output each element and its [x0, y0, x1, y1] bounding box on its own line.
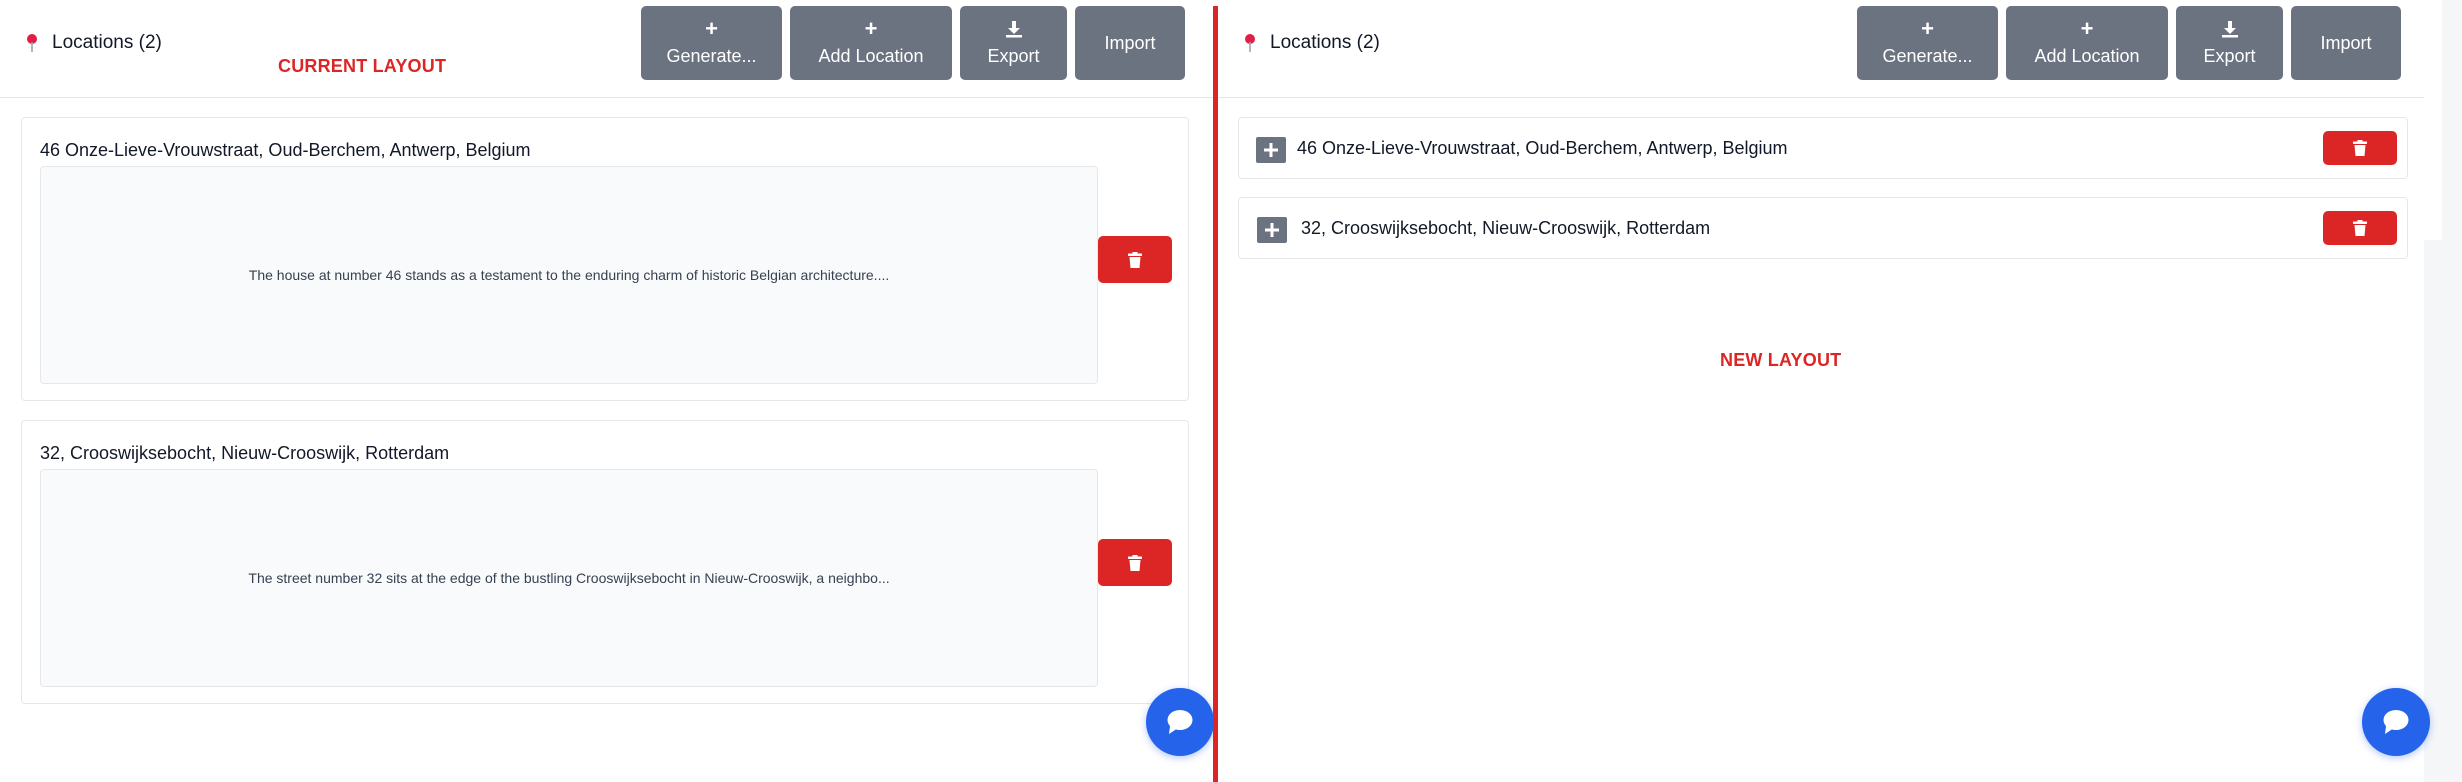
plus-icon: +	[864, 15, 878, 41]
plus-icon: +	[2080, 15, 2094, 41]
generate-button-label: Generate...	[1882, 45, 1973, 66]
delete-location-button[interactable]	[1098, 539, 1172, 586]
trash-icon	[1128, 251, 1142, 268]
location-row: 46 Onze-Lieve-Vrouwstraat, Oud-Berchem, …	[1238, 117, 2408, 179]
locations-header: Locations (2) CURRENT LAYOUT + Generate.…	[0, 0, 1214, 98]
location-card: 46 Onze-Lieve-Vrouwstraat, Oud-Berchem, …	[21, 117, 1189, 401]
plus-icon: +	[705, 15, 718, 41]
trash-icon	[1128, 554, 1142, 571]
current-layout-label: CURRENT LAYOUT	[278, 56, 447, 76]
toolbar: + Generate... + Add Location Export Impo…	[1857, 6, 2401, 80]
location-title: 32, Crooswijksebocht, Nieuw-Crooswijk, R…	[40, 443, 450, 463]
delete-location-button[interactable]	[1098, 236, 1172, 283]
new-layout-label: NEW LAYOUT	[1720, 350, 1842, 370]
add-location-button-label: Add Location	[2034, 45, 2140, 66]
export-button[interactable]: Export	[960, 6, 1067, 80]
trash-icon	[2353, 140, 2367, 156]
export-button[interactable]: Export	[2176, 6, 2283, 80]
generate-button[interactable]: + Generate...	[641, 6, 782, 80]
trash-icon	[2353, 220, 2367, 236]
add-location-button[interactable]: + Add Location	[790, 6, 952, 80]
expand-button[interactable]	[1257, 217, 1287, 243]
delete-location-button[interactable]	[2323, 211, 2397, 245]
location-row: 32, Crooswijksebocht, Nieuw-Crooswijk, R…	[1238, 197, 2408, 259]
delete-location-button[interactable]	[2323, 131, 2397, 165]
add-location-button-label: Add Location	[818, 45, 924, 66]
chat-bubble-icon	[2383, 710, 2409, 734]
new-layout-panel: Locations (2) + Generate... + Add Locati…	[1218, 0, 2424, 782]
chat-bubble-icon	[1167, 710, 1193, 734]
download-icon	[1005, 20, 1023, 40]
generate-button-label: Generate...	[666, 45, 757, 66]
location-card: 32, Crooswijksebocht, Nieuw-Crooswijk, R…	[21, 420, 1189, 704]
current-layout-panel: Locations (2) CURRENT LAYOUT + Generate.…	[0, 0, 1214, 782]
location-description[interactable]: The street number 32 sits at the edge of…	[40, 469, 1098, 687]
plus-icon	[1264, 143, 1278, 157]
chat-button[interactable]	[2362, 688, 2430, 756]
expand-button[interactable]	[1256, 137, 1286, 163]
location-description-text: The street number 32 sits at the edge of…	[248, 570, 890, 586]
toolbar: + Generate... + Add Location Export Impo…	[641, 6, 1185, 80]
export-button-label: Export	[987, 45, 1040, 66]
map-pin-icon	[26, 33, 38, 53]
location-description[interactable]: The house at number 46 stands as a testa…	[40, 166, 1098, 384]
location-title: 46 Onze-Lieve-Vrouwstraat, Oud-Berchem, …	[40, 140, 531, 160]
page-title: Locations (2)	[1270, 32, 1380, 53]
plus-icon: +	[1921, 15, 1934, 41]
page-title: Locations (2)	[52, 32, 162, 53]
add-location-button[interactable]: + Add Location	[2006, 6, 2168, 80]
locations-title-group: Locations (2)	[1244, 32, 1380, 54]
chat-button[interactable]	[1146, 688, 1214, 756]
location-title: 46 Onze-Lieve-Vrouwstraat, Oud-Berchem, …	[1297, 138, 1788, 158]
map-pin-icon	[1244, 33, 1256, 53]
plus-icon	[1265, 223, 1279, 237]
generate-button[interactable]: + Generate...	[1857, 6, 1998, 80]
import-button[interactable]: Import	[1075, 6, 1185, 80]
download-icon	[2221, 20, 2239, 40]
import-button-label: Import	[2320, 32, 2372, 53]
location-description-text: The house at number 46 stands as a testa…	[248, 267, 890, 283]
locations-header: Locations (2) + Generate... + Add Locati…	[1218, 0, 2424, 98]
location-title: 32, Crooswijksebocht, Nieuw-Crooswijk, R…	[1301, 218, 1711, 238]
export-button-label: Export	[2203, 45, 2256, 66]
import-button[interactable]: Import	[2291, 6, 2401, 80]
locations-title-group: Locations (2)	[26, 32, 162, 54]
page-gutter-top	[2424, 0, 2442, 240]
import-button-label: Import	[1104, 32, 1156, 53]
